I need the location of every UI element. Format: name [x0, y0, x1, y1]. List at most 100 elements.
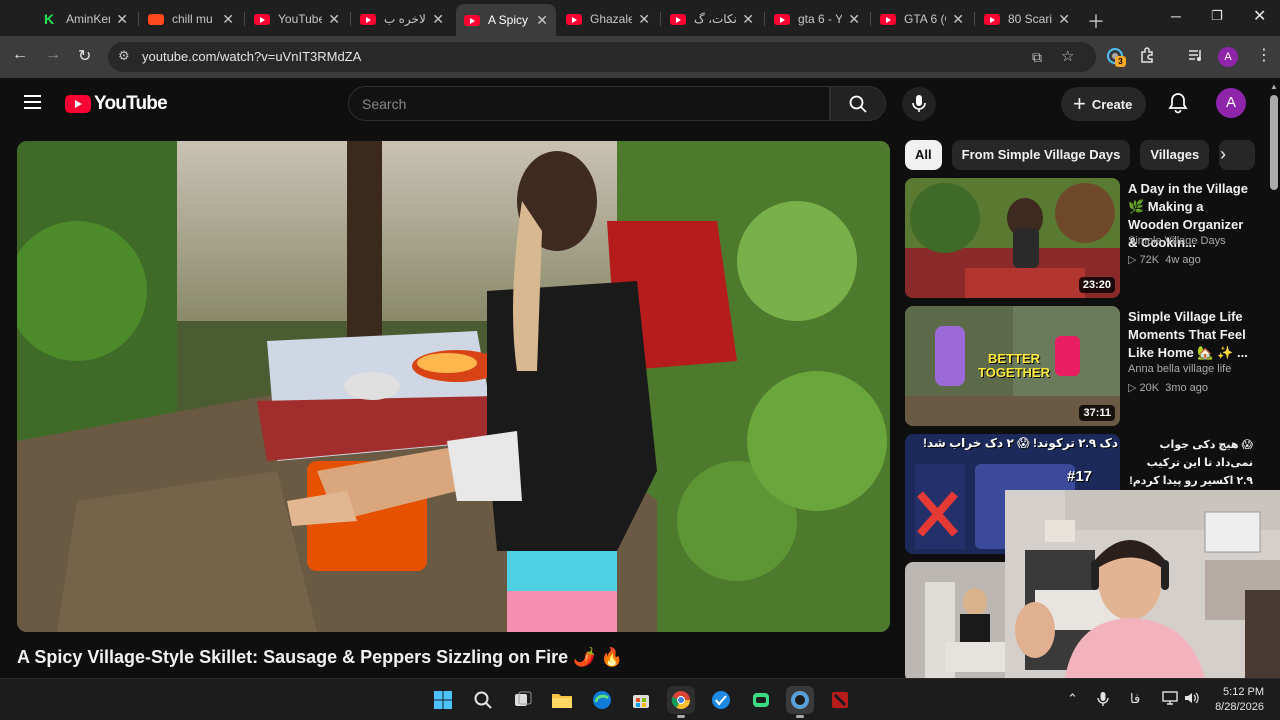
- video-duration: 23:20: [1078, 277, 1115, 293]
- filter-chips: All From Simple Village Days Villages: [905, 140, 1256, 170]
- microsoft-store-icon[interactable]: [627, 686, 655, 714]
- video-player[interactable]: [17, 141, 890, 632]
- network-icon[interactable]: [1162, 691, 1178, 708]
- file-explorer-icon[interactable]: [548, 686, 576, 714]
- close-tab-icon[interactable]: ✕: [952, 11, 964, 28]
- create-button[interactable]: + Create: [1061, 87, 1147, 121]
- tradingview-icon[interactable]: [707, 686, 735, 714]
- edge-browser-icon[interactable]: [588, 686, 616, 714]
- install-app-icon[interactable]: ⧉: [1032, 49, 1042, 66]
- close-tab-icon[interactable]: ✕: [536, 12, 548, 29]
- search-input[interactable]: [349, 87, 829, 120]
- recommended-title[interactable]: Simple Village Life Moments That Feel Li…: [1128, 308, 1253, 362]
- thumbnail-overlay-text: BETTER TOGETHER: [978, 351, 1050, 380]
- search-box: [348, 86, 830, 121]
- restore-icon[interactable]: ❐: [1211, 8, 1223, 24]
- recommended-video[interactable]: BETTER TOGETHER 37:11 Simple Village Lif…: [905, 306, 1260, 428]
- recommended-video[interactable]: 23:20 A Day in the Village 🌿 Making a Wo…: [905, 178, 1260, 300]
- extensions-badge: 3: [1115, 56, 1126, 67]
- youtube-logo[interactable]: YouTube: [65, 93, 168, 115]
- search-icon[interactable]: [469, 686, 497, 714]
- voice-search-button[interactable]: [902, 87, 936, 121]
- address-bar[interactable]: ⚙ youtube.com/watch?v=uVnIT3RMdZA ⧉ ☆: [108, 42, 1096, 72]
- thumbnail-overlay-text: دک ۲.۹ ترکوند! 😱 ۲ دک خراب شد!: [923, 436, 1118, 450]
- youtube-play-icon: [65, 95, 91, 113]
- video-thumbnail[interactable]: 23:20: [905, 178, 1120, 298]
- chrome-icon[interactable]: [667, 686, 695, 718]
- volume-icon[interactable]: [1184, 691, 1200, 708]
- browser-tab-active[interactable]: A Spicy ✕: [456, 4, 556, 36]
- views-icon: ▷: [1128, 254, 1140, 266]
- discord-icon[interactable]: [747, 686, 775, 714]
- minimize-icon[interactable]: ─: [1171, 8, 1181, 24]
- dota-icon[interactable]: [826, 686, 854, 714]
- extension-icon[interactable]: 3: [1106, 47, 1126, 69]
- browser-tab[interactable]: Ghazale ✕: [558, 6, 658, 32]
- youtube-icon: [880, 13, 896, 25]
- windows-start-icon[interactable]: [429, 686, 457, 714]
- channel-name[interactable]: Anna bella village life: [1128, 363, 1231, 375]
- media-control-icon[interactable]: [1187, 47, 1203, 67]
- close-tab-icon[interactable]: ✕: [116, 11, 128, 28]
- forward-icon[interactable]: →: [45, 46, 61, 64]
- back-icon[interactable]: ←: [12, 46, 28, 64]
- bookmark-star-icon[interactable]: ☆: [1061, 47, 1074, 65]
- youtube-icon: [670, 13, 686, 25]
- puzzle-extensions-icon[interactable]: [1139, 47, 1155, 67]
- youtube-icon: [984, 13, 1000, 25]
- chip-all[interactable]: All: [905, 140, 942, 170]
- chip-from-channel[interactable]: From Simple Village Days: [951, 140, 1131, 170]
- close-tab-icon[interactable]: ✕: [848, 11, 860, 28]
- close-tab-icon[interactable]: ✕: [742, 11, 754, 28]
- browser-menu-icon[interactable]: ⋮: [1256, 45, 1272, 65]
- account-avatar[interactable]: A: [1216, 88, 1246, 118]
- system-clock[interactable]: 5:12 PM 8/28/2026: [1212, 685, 1264, 715]
- close-tab-icon[interactable]: ✕: [222, 11, 234, 28]
- views-icon: ▷: [1128, 382, 1140, 394]
- task-view-icon[interactable]: [509, 686, 537, 714]
- notifications-bell-icon[interactable]: [1168, 92, 1188, 119]
- chevron-up-icon[interactable]: ⌃: [1067, 691, 1078, 707]
- soundcloud-icon: [148, 13, 164, 25]
- video-title: A Spicy Village-Style Skillet: Sausage &…: [17, 647, 623, 667]
- close-tab-icon[interactable]: ✕: [1058, 11, 1070, 28]
- browser-tab[interactable]: K AminKen ✕: [36, 6, 136, 32]
- scroll-up-icon[interactable]: ▲: [1270, 82, 1278, 91]
- profile-avatar[interactable]: A: [1218, 47, 1238, 67]
- webcam-overlay: [1005, 490, 1280, 678]
- new-tab-icon[interactable]: ＋: [1087, 8, 1105, 34]
- video-thumbnail[interactable]: BETTER TOGETHER 37:11: [905, 306, 1120, 426]
- url-text[interactable]: youtube.com/watch?v=uVnIT3RMdZA: [142, 49, 361, 64]
- input-language[interactable]: فا: [1130, 691, 1140, 707]
- browser-tab[interactable]: YouTube ✕: [246, 6, 348, 32]
- search-button[interactable]: [830, 86, 886, 121]
- episode-badge: #17: [1067, 468, 1093, 485]
- close-window-icon[interactable]: ✕: [1253, 6, 1266, 26]
- obs-icon[interactable]: [786, 686, 814, 718]
- browser-tab[interactable]: gta 6 - Y ✕: [766, 6, 868, 32]
- youtube-icon: [360, 13, 376, 25]
- microphone-icon[interactable]: [1097, 691, 1109, 710]
- reload-icon[interactable]: ↻: [78, 46, 91, 66]
- close-tab-icon[interactable]: ✕: [328, 11, 340, 28]
- channel-name[interactable]: Simple Village Days: [1128, 235, 1226, 247]
- page-scrollbar-thumb[interactable]: [1270, 95, 1278, 190]
- chip-villages[interactable]: Villages: [1140, 140, 1210, 170]
- plus-icon: +: [1073, 91, 1086, 116]
- youtube-icon: [566, 13, 582, 25]
- close-tab-icon[interactable]: ✕: [638, 11, 650, 28]
- recommended-title[interactable]: 😱 هیچ دکی جواب نمی‌داد تا این ترکیب ۲.۹ …: [1128, 436, 1253, 490]
- browser-tab[interactable]: آنکات، گ ✕: [662, 6, 762, 32]
- browser-tab[interactable]: GTA 6 (C ✕: [872, 6, 972, 32]
- browser-tab[interactable]: 80 Scari ✕: [976, 6, 1078, 32]
- video-meta: ▷ 72K 4w ago: [1128, 254, 1201, 266]
- chevron-right-icon[interactable]: ›: [1220, 144, 1226, 165]
- close-tab-icon[interactable]: ✕: [432, 11, 444, 28]
- browser-tab-strip: K AminKen ✕ chill mu ✕ YouTube ✕ بالاخره…: [0, 0, 1280, 36]
- video-duration: 37:11: [1079, 405, 1115, 421]
- site-info-icon[interactable]: ⚙: [118, 48, 130, 64]
- browser-tab[interactable]: بالاخره ب ✕: [352, 6, 452, 32]
- browser-tab[interactable]: chill mu ✕: [140, 6, 242, 32]
- video-meta: ▷ 20K 3mo ago: [1128, 382, 1209, 394]
- hamburger-menu-icon[interactable]: [24, 95, 41, 109]
